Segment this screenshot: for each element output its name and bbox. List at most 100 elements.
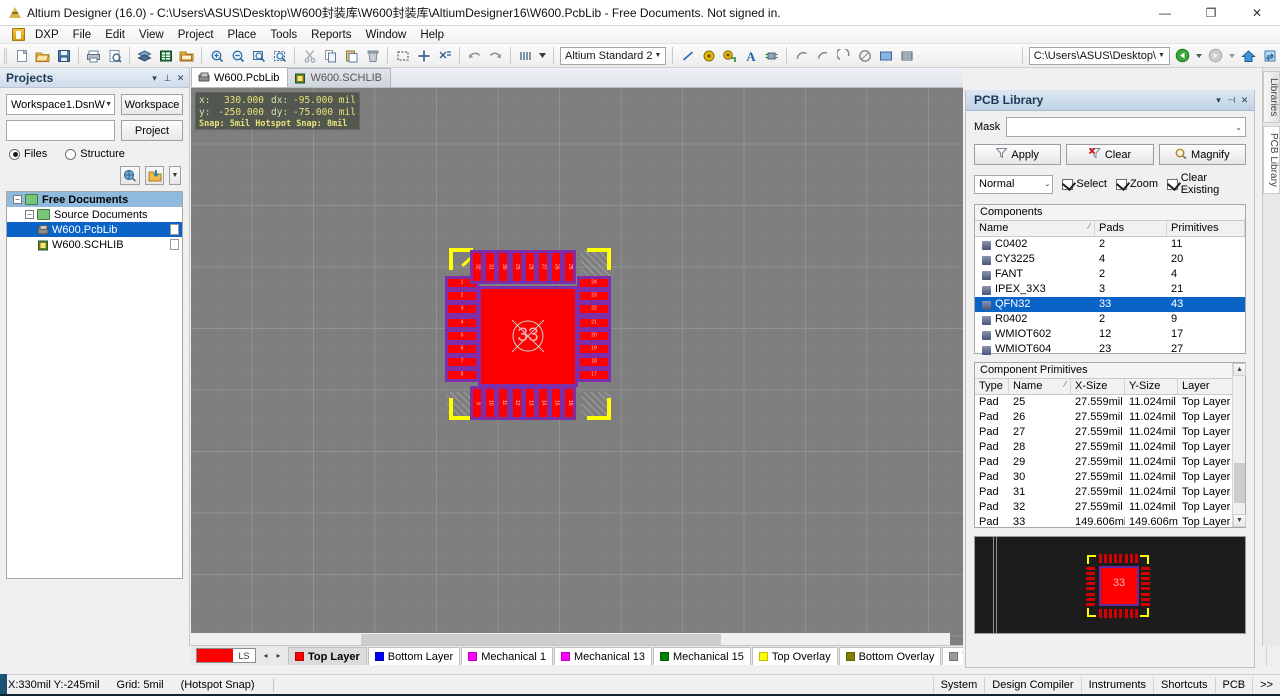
toolbar-grid-icon[interactable]	[516, 46, 535, 65]
place-line-icon[interactable]	[678, 46, 697, 65]
layer-nav-prev[interactable]: ◂	[259, 648, 272, 663]
place-component-icon[interactable]	[762, 46, 781, 65]
status-button-pcb[interactable]: PCB	[1214, 677, 1253, 693]
delete-icon[interactable]	[363, 46, 382, 65]
zoom-out-icon[interactable]	[228, 46, 247, 65]
pad-22[interactable]: 22	[580, 305, 608, 314]
copy-icon[interactable]	[321, 46, 340, 65]
pad-5[interactable]: 5	[448, 331, 476, 340]
place-full-circle-icon[interactable]	[855, 46, 874, 65]
status-button-more[interactable]: >>	[1252, 677, 1280, 693]
close-button[interactable]: ✕	[1234, 0, 1280, 26]
pad-6[interactable]: 6	[448, 345, 476, 353]
col-header-name[interactable]: Name ⁄	[975, 221, 1095, 236]
pin-icon[interactable]: ⊣	[1225, 93, 1238, 107]
checkbox-clear-existing[interactable]: Clear Existing	[1167, 172, 1246, 196]
maximize-button[interactable]: ❐	[1188, 0, 1234, 26]
table-row[interactable]: Pad 30 27.559mil 11.024mil Top Layer	[975, 470, 1245, 485]
designator-33[interactable]: 33	[496, 312, 560, 360]
close-icon[interactable]: ✕	[1238, 93, 1251, 107]
open-folder-icon[interactable]	[33, 46, 52, 65]
menu-place[interactable]: Place	[221, 28, 264, 42]
place-polygon-icon[interactable]	[897, 46, 916, 65]
table-row[interactable]: WMIOT604 23 27	[975, 342, 1245, 357]
dropdown-arrow-icon[interactable]: ▼	[169, 166, 181, 185]
paste-icon[interactable]	[342, 46, 361, 65]
zoom-fit-icon[interactable]	[249, 46, 268, 65]
mask-mode-combo[interactable]: Normal ⌄	[974, 174, 1054, 194]
vtab-libraries[interactable]: Libraries	[1263, 71, 1280, 124]
place-via-icon[interactable]	[720, 46, 739, 65]
layer-tab-mechanical-1[interactable]: Mechanical 1	[461, 646, 554, 665]
pad-32[interactable]: 32	[473, 253, 481, 281]
pad-13[interactable]: 13	[525, 389, 534, 417]
scrollbar-thumb[interactable]	[361, 634, 721, 645]
undo-icon[interactable]	[465, 46, 484, 65]
table-row[interactable]: FANT 2 4	[975, 267, 1245, 282]
cross-probe-icon[interactable]	[435, 46, 454, 65]
forward-dropdown-arrow-icon[interactable]	[1227, 46, 1237, 65]
cut-icon[interactable]	[300, 46, 319, 65]
status-button-design-compiler[interactable]: Design Compiler	[984, 677, 1080, 693]
select-area-icon[interactable]	[393, 46, 412, 65]
view-configuration-combo[interactable]: Altium Standard 2 ▼	[560, 46, 667, 65]
tree-item-w600-schlib[interactable]: W600.SCHLIB	[7, 237, 182, 252]
mask-input[interactable]: ⌄	[1006, 117, 1246, 137]
col-header-ysize[interactable]: Y-Size	[1125, 379, 1178, 394]
table-row[interactable]: Pad 29 27.559mil 11.024mil Top Layer	[975, 455, 1245, 470]
layer-tab-bottom-layer[interactable]: Bottom Layer	[367, 646, 461, 665]
doc-tab-w600-pcblib[interactable]: W600.PcbLib	[191, 67, 289, 87]
pad-11[interactable]: 11	[499, 389, 508, 417]
pad-28[interactable]: 28	[525, 253, 534, 281]
panel-menu-icon[interactable]: ▾	[148, 71, 161, 85]
components-table[interactable]: Components Name ⁄ Pads Primitives C0402 2 1…	[974, 204, 1246, 357]
pad-27[interactable]: 27	[539, 253, 547, 281]
pcb-library-canvas[interactable]: x: 330.000 dx: -95.000 mil y: -250.000 d…	[191, 88, 963, 646]
pad-8[interactable]: 8	[448, 371, 476, 380]
scrollbar-thumb[interactable]	[1234, 463, 1245, 503]
radio-structure[interactable]: Structure	[65, 148, 125, 160]
table-row[interactable]: C0402 2 11	[975, 237, 1245, 252]
pad-7[interactable]: 7	[448, 358, 476, 367]
pad-14[interactable]: 14	[539, 389, 547, 417]
scroll-down-arrow-icon[interactable]: ▼	[1233, 514, 1246, 527]
layers-icon[interactable]	[135, 46, 154, 65]
zoom-area-icon[interactable]	[270, 46, 289, 65]
project-button[interactable]: Project	[121, 120, 183, 141]
back-icon[interactable]	[1173, 46, 1192, 65]
pad-29[interactable]: 29	[512, 253, 521, 281]
place-string-icon[interactable]: A	[741, 46, 760, 65]
place-pad-icon[interactable]	[699, 46, 718, 65]
table-row[interactable]: Pad 28 27.559mil 11.024mil Top Layer	[975, 440, 1245, 455]
grid-dropdown-arrow-icon[interactable]	[537, 46, 548, 65]
pin-icon[interactable]: ⊥	[161, 71, 174, 85]
radio-files[interactable]: Files	[9, 148, 47, 160]
pad-4[interactable]: 4	[448, 318, 476, 327]
table-row[interactable]: QFN32 33 43	[975, 297, 1245, 312]
layer-tab-top-paste[interactable]: Top Paste	[942, 646, 963, 665]
menu-window[interactable]: Window	[358, 28, 413, 42]
table-row[interactable]: Pad 33 149.606mil 149.606mil Top Layer	[975, 515, 1245, 530]
magnify-button[interactable]: Magnify	[1158, 144, 1246, 165]
pad-26[interactable]: 26	[552, 253, 561, 281]
layer-tab-bottom-overlay[interactable]: Bottom Overlay	[838, 646, 942, 665]
place-fill-icon[interactable]	[876, 46, 895, 65]
table-row[interactable]: IPEX_3X3 3 21	[975, 282, 1245, 297]
clear-button[interactable]: Clear	[1066, 144, 1154, 165]
pad-19[interactable]: 19	[580, 345, 608, 353]
table-row[interactable]: Pad 32 27.559mil 11.024mil Top Layer	[975, 500, 1245, 515]
layer-tab-top-layer[interactable]: Top Layer	[288, 646, 367, 665]
tree-item-source-documents[interactable]: − Source Documents	[7, 207, 182, 222]
menu-edit[interactable]: Edit	[98, 28, 132, 42]
pad-10[interactable]: 10	[486, 389, 495, 417]
col-header-xsize[interactable]: X-Size	[1071, 379, 1125, 394]
tree-expander-icon[interactable]: −	[13, 195, 22, 204]
pad-15[interactable]: 15	[552, 389, 561, 417]
menu-help[interactable]: Help	[413, 28, 451, 42]
project-tree[interactable]: − Free Documents − Source Documents W600…	[6, 191, 183, 579]
menu-reports[interactable]: Reports	[304, 28, 358, 42]
save-icon[interactable]	[54, 46, 73, 65]
table-row[interactable]: R0402 2 9	[975, 312, 1245, 327]
workspace-combo[interactable]: Workspace1.DsnW ▼	[6, 94, 115, 115]
minimize-button[interactable]: —	[1142, 0, 1188, 26]
